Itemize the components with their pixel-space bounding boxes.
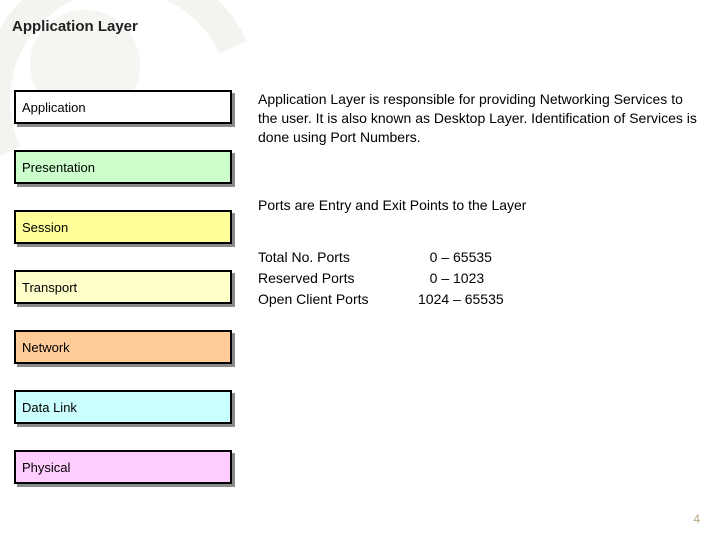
- layer-box-label: Network: [14, 330, 232, 364]
- ports-row-label: Total No. Ports: [258, 247, 418, 268]
- osi-layers-column: Application Presentation Session Transport N…: [14, 90, 232, 510]
- application-layer-description: Application Layer is responsible for pro…: [258, 90, 698, 168]
- slide-title: Application Layer: [12, 18, 138, 35]
- page-number: 4: [693, 512, 700, 526]
- ports-row-label: Reserved Ports: [258, 268, 418, 289]
- layer-box-data-link: Data Link: [14, 390, 232, 424]
- ports-row-range: 1024 – 65535: [418, 289, 504, 310]
- ports-row-label: Open Client Ports: [258, 289, 418, 310]
- ports-row: Reserved Ports 0 – 1023: [258, 268, 698, 289]
- ports-row-range: 0 – 65535: [418, 247, 492, 268]
- ports-row: Total No. Ports 0 – 65535: [258, 247, 698, 268]
- layer-box-physical: Physical: [14, 450, 232, 484]
- ports-row: Open Client Ports1024 – 65535: [258, 289, 698, 310]
- layer-box-label: Transport: [14, 270, 232, 304]
- session-ports-note: Ports are Entry and Exit Points to the L…: [258, 196, 698, 215]
- layer-box-network: Network: [14, 330, 232, 364]
- content-column: Application Layer is responsible for pro…: [258, 90, 698, 310]
- layer-box-application: Application: [14, 90, 232, 124]
- layer-box-label: Data Link: [14, 390, 232, 424]
- layer-box-label: Application: [14, 90, 232, 124]
- layer-box-label: Session: [14, 210, 232, 244]
- layer-box-session: Session: [14, 210, 232, 244]
- layer-box-transport: Transport: [14, 270, 232, 304]
- ports-table: Total No. Ports 0 – 65535Reserved Ports …: [258, 247, 698, 310]
- ports-row-range: 0 – 1023: [418, 268, 484, 289]
- layer-box-label: Physical: [14, 450, 232, 484]
- layer-box-label: Presentation: [14, 150, 232, 184]
- layer-box-presentation: Presentation: [14, 150, 232, 184]
